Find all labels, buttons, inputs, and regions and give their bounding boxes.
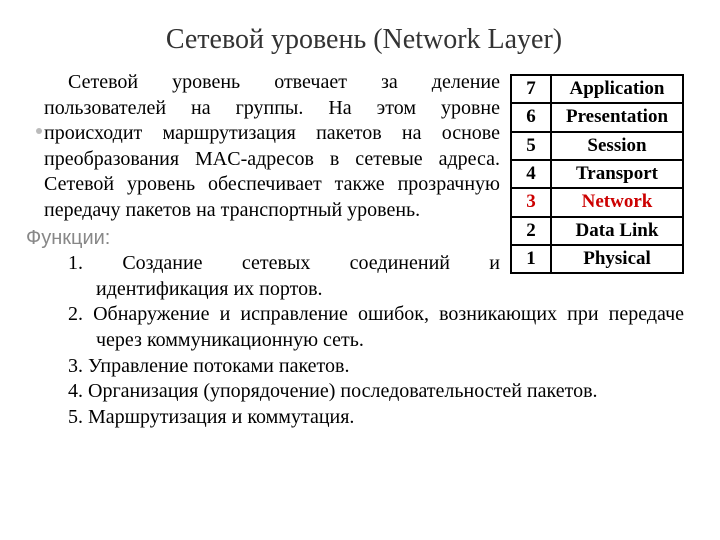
osi-num: 4 (511, 160, 551, 188)
osi-row: 7Application (511, 75, 683, 103)
list-item: Организация (упорядочение) последователь… (44, 379, 684, 405)
osi-num: 6 (511, 103, 551, 131)
osi-row: 2Data Link (511, 217, 683, 245)
osi-num: 5 (511, 132, 551, 160)
list-item: Маршрутизация и коммутация. (44, 405, 684, 431)
osi-row: 1Physical (511, 245, 683, 273)
osi-num: 7 (511, 75, 551, 103)
osi-name: Application (551, 75, 683, 103)
osi-table: 7Application 6Presentation 5Session 4Tra… (510, 74, 684, 274)
page-title: Сетевой уровень (Network Layer) (44, 24, 684, 56)
osi-name: Transport (551, 160, 683, 188)
functions-list: Создание сетевых соединений и идентифика… (44, 251, 684, 430)
decorative-dot (36, 128, 42, 134)
list-item: Обнаружение и исправление ошибок, возник… (44, 302, 684, 353)
osi-name: Physical (551, 245, 683, 273)
osi-name: Presentation (551, 103, 683, 131)
list-item: Управление потоками пакетов. (44, 354, 684, 380)
osi-row: 5Session (511, 132, 683, 160)
osi-name: Session (551, 132, 683, 160)
osi-row: 6Presentation (511, 103, 683, 131)
osi-row: 3Network (511, 188, 683, 216)
osi-row: 4Transport (511, 160, 683, 188)
content-area: 7Application 6Presentation 5Session 4Tra… (44, 70, 684, 430)
osi-num: 3 (511, 188, 551, 216)
osi-table-body: 7Application 6Presentation 5Session 4Tra… (511, 75, 683, 273)
osi-num: 2 (511, 217, 551, 245)
osi-name-highlight: Network (551, 188, 683, 216)
osi-num: 1 (511, 245, 551, 273)
osi-name: Data Link (551, 217, 683, 245)
